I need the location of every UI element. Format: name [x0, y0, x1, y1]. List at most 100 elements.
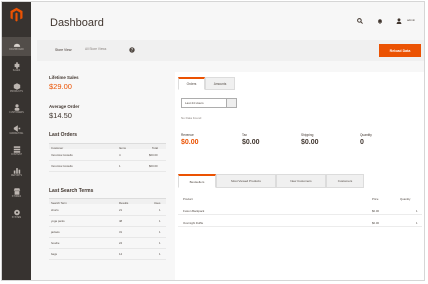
- table-row[interactable]: Fusion Backpack $0.00 1: [178, 205, 422, 215]
- cell-results: 21: [119, 208, 123, 212]
- column-header: Items: [119, 146, 126, 150]
- period-select[interactable]: Last 24 Hours: [181, 98, 237, 108]
- cell-price: $0.00: [372, 209, 379, 213]
- table-header: Search Term Results Uses: [49, 198, 166, 205]
- user-icon[interactable]: [396, 18, 402, 24]
- nav-item-system[interactable]: SYSTEM: [2, 205, 31, 224]
- table-row[interactable]: bags 14 1: [49, 250, 166, 260]
- cell-results: 14: [119, 252, 123, 256]
- cell-term: yoga pants: [51, 219, 65, 223]
- page-title: Dashboard: [50, 17, 104, 29]
- nav-label: MARKETING: [9, 133, 24, 135]
- lifetime-sales-value: $29.00: [49, 82, 72, 91]
- dashboard-icon: [13, 43, 20, 47]
- lifetime-sales-label: Lifetime Sales: [49, 75, 79, 80]
- reload-data-button[interactable]: Reload Data: [379, 44, 421, 57]
- cell-quantity: 1: [416, 221, 418, 225]
- cell-results: 48: [119, 219, 123, 223]
- cell-total: $00.00: [149, 153, 158, 157]
- nav-item-products[interactable]: PRODUCTS: [2, 79, 31, 98]
- period-select-value: Last 24 Hours: [185, 101, 204, 105]
- table-row[interactable]: Veronica Costello 1 $00.00: [49, 162, 166, 172]
- cell-product: Fusion Backpack: [183, 209, 205, 213]
- nav-item-marketing[interactable]: MARKETING: [2, 121, 31, 140]
- kpi-shipping-value: $0.00: [301, 139, 319, 146]
- table-row[interactable]: jackets 31 1: [49, 228, 166, 238]
- megaphone-icon: [13, 125, 20, 132]
- help-icon[interactable]: ?: [129, 47, 135, 53]
- nav-label: DASHBOARD: [9, 49, 24, 51]
- column-header: Product: [183, 197, 193, 201]
- cell-total: $00.00: [149, 164, 158, 168]
- column-header: Total: [152, 146, 158, 150]
- nav-item-content[interactable]: CONTENT: [2, 142, 31, 161]
- nav-label: REPORTS: [10, 175, 23, 177]
- nav-item-customers[interactable]: CUSTOMERS: [2, 100, 31, 119]
- svg-text:?: ?: [131, 48, 133, 53]
- cell-term: bags: [51, 252, 58, 256]
- tab-most-viewed-products[interactable]: Most Viewed Products: [216, 174, 276, 188]
- store-icon: [13, 188, 20, 195]
- nav-item-dashboard[interactable]: DASHBOARD: [2, 37, 31, 56]
- column-header: Quantity: [400, 197, 411, 201]
- table-row[interactable]: hoodie 24 1: [49, 239, 166, 249]
- cell-quantity: 1: [416, 209, 418, 213]
- user-name[interactable]: admin: [407, 18, 415, 22]
- nav-label: CUSTOMERS: [9, 112, 24, 114]
- person-icon: [14, 104, 19, 111]
- sidebar: DASHBOARD SALES PRODUCTS CUSTOMERS MARKE…: [2, 2, 31, 280]
- table-row[interactable]: yoga pants 48 1: [49, 217, 166, 227]
- cell-customer: Veronica Costello: [51, 153, 73, 157]
- bar-chart-icon: [13, 168, 20, 174]
- bell-icon[interactable]: [377, 18, 383, 24]
- tab-bestsellers[interactable]: Bestsellers: [178, 174, 216, 188]
- tab-orders[interactable]: Orders: [178, 77, 205, 90]
- cell-term: hoodie: [51, 241, 60, 245]
- column-header: Uses: [154, 201, 161, 205]
- scope-toolbar: Store View: All Store Views ? Reload Dat…: [37, 40, 424, 61]
- no-data-message: No Data Found: [181, 116, 202, 120]
- cell-customer: Veronica Costello: [51, 164, 73, 168]
- cell-results: 31: [119, 230, 123, 234]
- cell-uses: 1: [159, 252, 161, 256]
- layout-icon: [13, 146, 20, 153]
- column-header: Search Term: [51, 201, 67, 205]
- table-row[interactable]: shorts 21 1: [49, 206, 166, 216]
- store-view-switcher[interactable]: All Store Views: [85, 47, 106, 51]
- column-header: Results: [119, 201, 129, 205]
- table-row[interactable]: Overnight Duffle $0.00 1: [178, 217, 422, 227]
- kpi-quantity-value: 0: [360, 139, 364, 146]
- tab-customers[interactable]: Customers: [326, 174, 364, 188]
- kpi-revenue-value: $0.00: [181, 139, 199, 146]
- cell-uses: 1: [159, 241, 161, 245]
- cell-items: 4: [119, 153, 121, 157]
- tab-new-customers[interactable]: New Customers: [276, 174, 326, 188]
- cell-uses: 1: [159, 219, 161, 223]
- nav-item-sales[interactable]: SALES: [2, 58, 31, 77]
- column-header: Customer: [51, 146, 64, 150]
- kpi-tax-label: Tax: [242, 133, 247, 137]
- average-order-label: Average Order: [49, 104, 80, 109]
- cell-uses: 1: [159, 208, 161, 212]
- last-search-terms-title: Last Search Terms: [49, 188, 94, 194]
- cell-term: shorts: [51, 208, 59, 212]
- kpi-shipping-label: Shipping: [301, 133, 314, 137]
- store-view-label: Store View:: [55, 48, 73, 52]
- table-header: Customer Items Total: [49, 143, 166, 150]
- admin-window: DASHBOARD SALES PRODUCTS CUSTOMERS MARKE…: [1, 1, 425, 281]
- table-row[interactable]: Veronica Costello 4 $00.00: [49, 151, 166, 161]
- cube-icon: [13, 83, 20, 90]
- cell-results: 24: [119, 241, 123, 245]
- kpi-quantity-label: Quantity: [360, 133, 372, 137]
- nav-item-reports[interactable]: REPORTS: [2, 163, 31, 182]
- nav-label: SALES: [12, 70, 21, 72]
- cell-term: jackets: [51, 230, 60, 234]
- last-orders-title: Last Orders: [49, 132, 78, 138]
- search-icon[interactable]: [357, 18, 363, 24]
- column-header: Price: [372, 197, 379, 201]
- magento-logo[interactable]: [9, 7, 24, 22]
- cell-items: 1: [119, 164, 121, 168]
- kpi-revenue-label: Revenue: [181, 133, 194, 137]
- tab-amounts[interactable]: Amounts: [205, 77, 235, 90]
- nav-item-stores[interactable]: STORES: [2, 184, 31, 203]
